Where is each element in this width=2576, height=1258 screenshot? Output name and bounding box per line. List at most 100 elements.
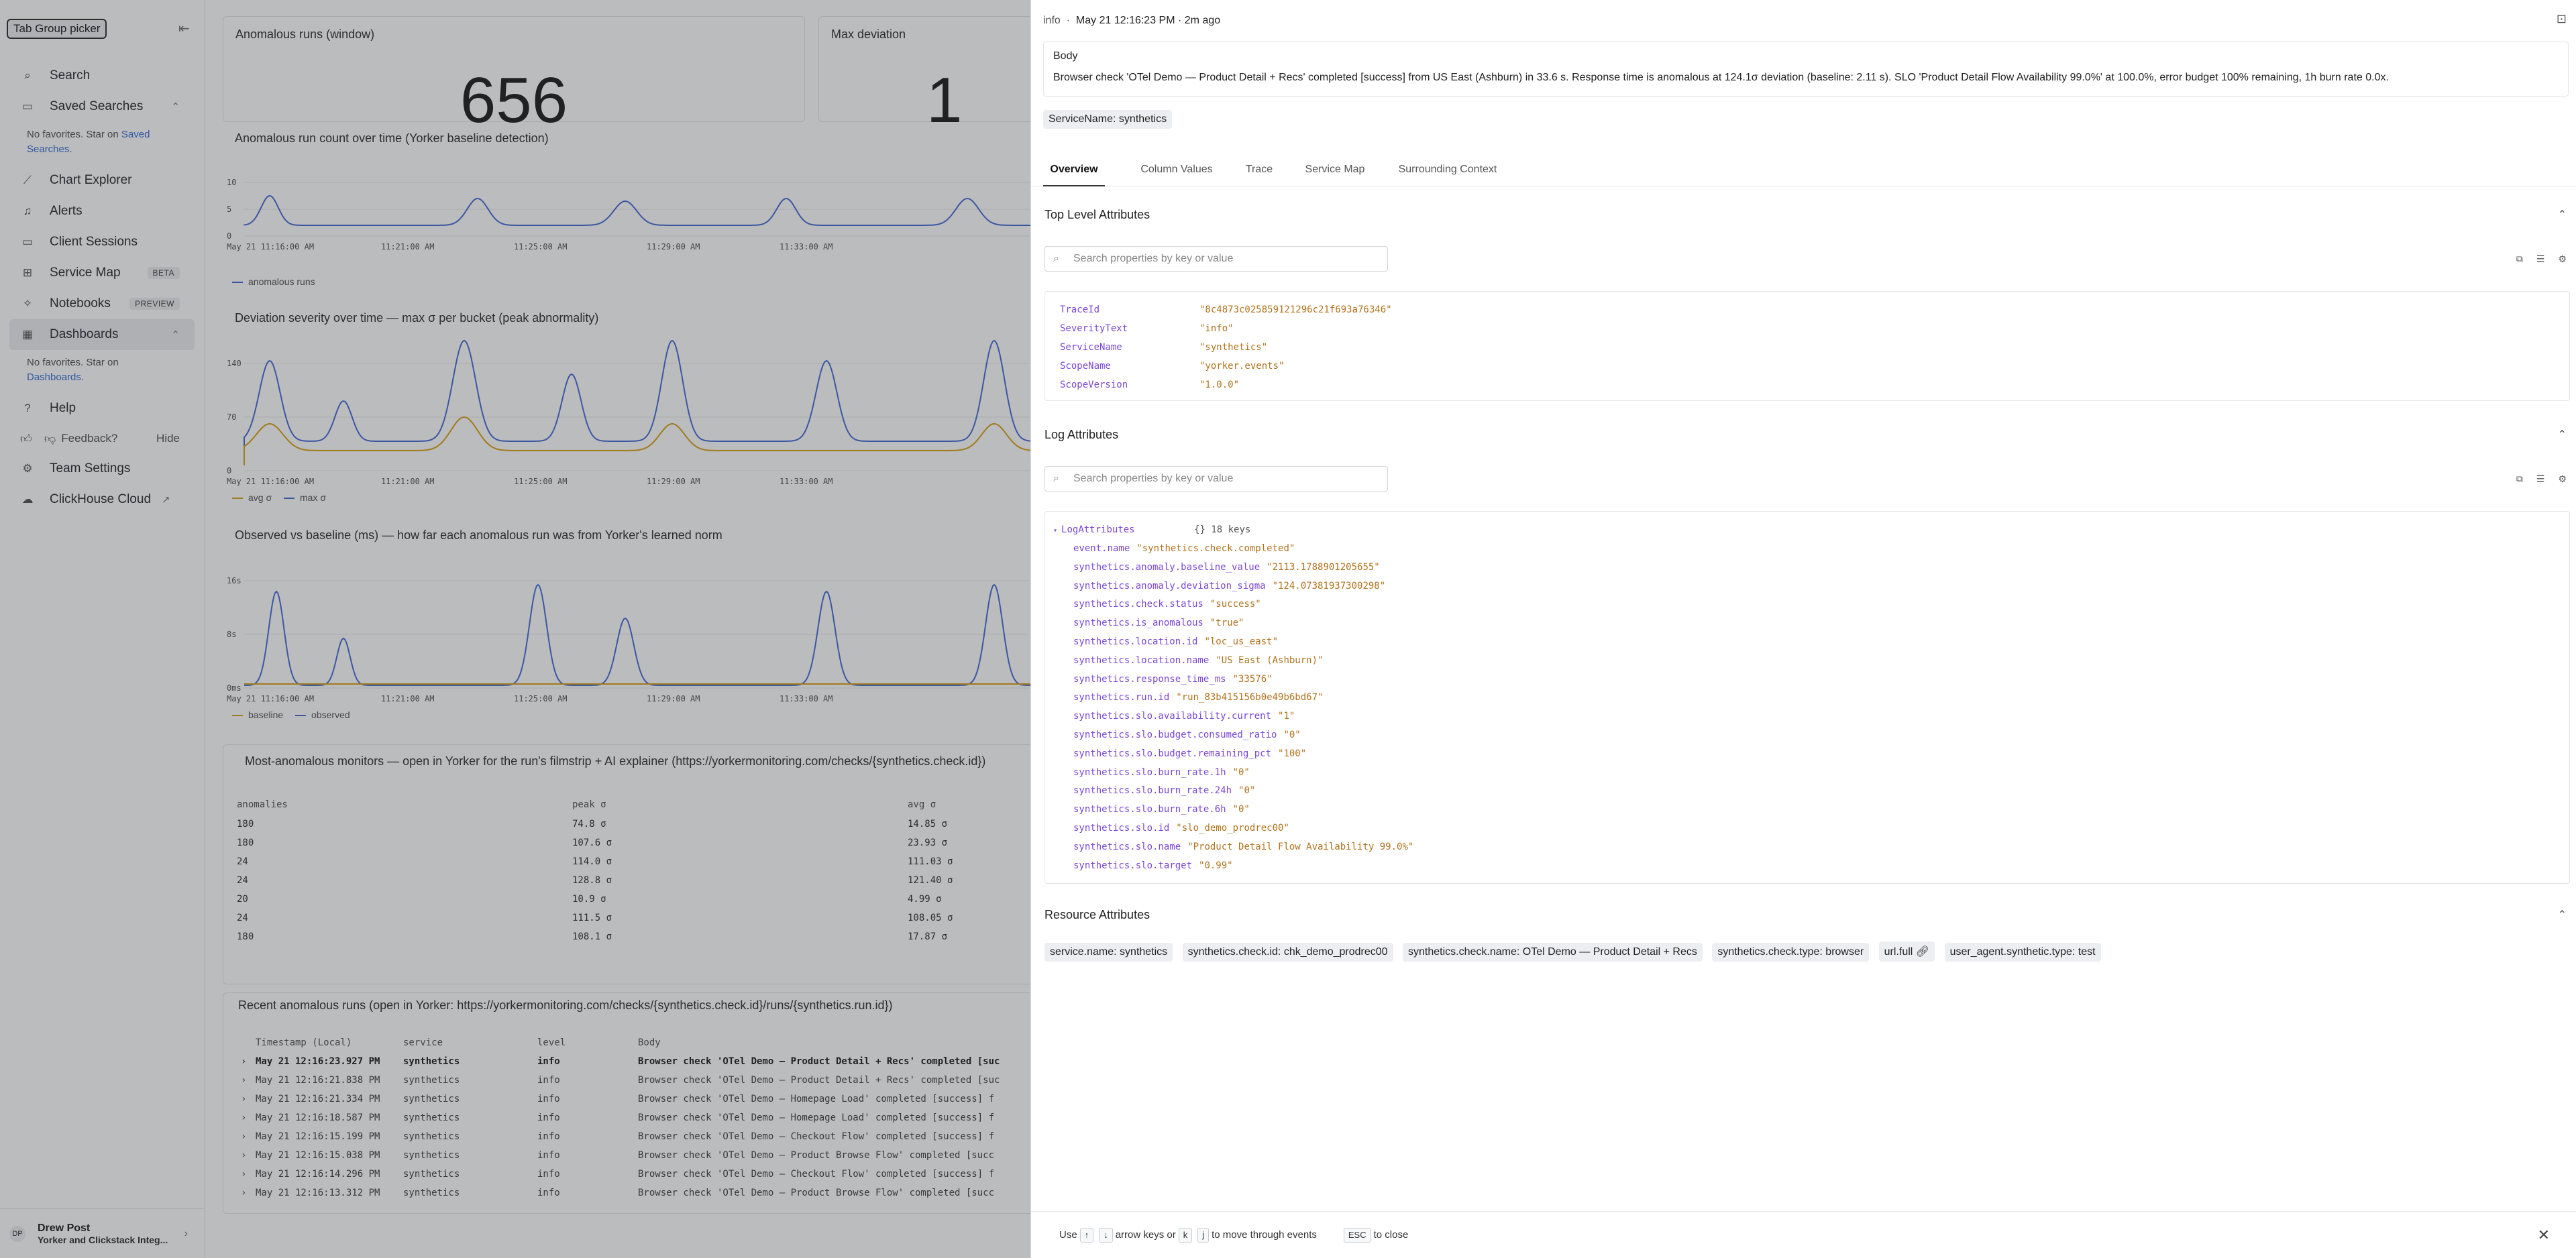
attribute-row[interactable]: synthetics.slo.budget.consumed_ratio "0" [1073,730,1301,740]
attribute-value: "run_83b415156b0e49b6bd67" [1176,692,1324,703]
search-placeholder: Search properties by key or value [1073,473,1234,484]
log-attributes-toolbar: ⧉ ☰ ⚙ [2516,473,2567,485]
attribute-key: synthetics.run.id [1073,692,1170,703]
attribute-row[interactable]: synthetics.run.id "run_83b415156b0e49b6bd… [1073,692,1323,703]
drawer-tabs: Overview Column Values Trace Service Map… [1031,160,2576,186]
search-placeholder: Search properties by key or value [1073,253,1234,264]
resource-attributes-chips: service.name: synthetics synthetics.chec… [1044,941,2108,962]
copy-icon[interactable]: ⧉ [2516,253,2523,265]
attribute-row[interactable]: synthetics.anomaly.deviation_sigma "124.0… [1073,581,1385,591]
attribute-row[interactable]: synthetics.slo.id "slo_demo_prodrec00" [1073,823,1289,834]
wrap-lines-icon[interactable]: ☰ [2536,253,2545,265]
expand-icon[interactable]: ⊡ [2557,12,2567,26]
attribute-key: synthetics.anomaly.baseline_value [1073,561,1260,573]
attribute-row[interactable]: ServiceName "synthetics" [1060,342,1267,353]
attribute-key: synthetics.slo.burn_rate.1h [1073,766,1226,778]
tab-surrounding-context[interactable]: Surrounding Context [1391,160,1505,186]
attribute-value: "slo_demo_prodrec00" [1176,823,1289,834]
search-icon: ⌕ [1053,253,1059,264]
attribute-key: event.name [1073,543,1130,554]
attribute-row[interactable]: synthetics.slo.budget.remaining_pct "100" [1073,748,1306,759]
attribute-key: synthetics.slo.burn_rate.6h [1073,804,1226,815]
wrap-lines-icon[interactable]: ☰ [2536,473,2545,485]
attribute-row[interactable]: SeverityText "info" [1060,323,1234,334]
tab-overview[interactable]: Overview [1043,160,1105,186]
top-attributes-search-input[interactable]: ⌕ Search properties by key or value [1044,246,1388,272]
log-attributes-search-input[interactable]: ⌕ Search properties by key or value [1044,466,1388,492]
attribute-row[interactable]: synthetics.anomaly.baseline_value "2113.1… [1073,562,1380,573]
close-icon[interactable]: ✕ [2538,1226,2550,1244]
attribute-key: ServiceName [1060,342,1122,353]
attribute-value: "2113.1788901205655" [1267,561,1380,573]
attribute-value: "0" [1232,804,1250,815]
resource-chip[interactable]: synthetics.check.name: OTel Demo — Produ… [1403,943,1703,962]
body-title: Body [1053,50,1078,62]
attribute-value: "success" [1210,599,1261,610]
attribute-value: "0" [1238,785,1256,797]
attribute-row[interactable]: synthetics.slo.burn_rate.6h "0" [1073,804,1250,815]
attribute-row[interactable]: synthetics.check.status "success" [1073,599,1261,610]
log-attributes-root[interactable]: ▾ LogAttributes {} 18 keys [1053,524,1250,535]
attribute-row[interactable]: synthetics.location.name "US East (Ashbur… [1073,655,1323,666]
attribute-key: synthetics.location.id [1073,636,1198,647]
attribute-value: "Product Detail Flow Availability 99.0%" [1187,841,1414,852]
resource-chip[interactable]: synthetics.check.type: browser [1712,943,1870,962]
attribute-row[interactable]: ScopeName "yorker.events" [1060,361,1284,371]
chevron-up-icon[interactable]: ⌃ [2558,208,2567,221]
modal-backdrop[interactable] [0,0,1030,1258]
copy-icon[interactable]: ⧉ [2516,473,2523,485]
attribute-key: ScopeVersion [1060,380,1128,390]
service-name-chip[interactable]: ServiceName: synthetics [1043,110,1173,129]
attribute-value: "0" [1232,766,1250,778]
attribute-key: synthetics.is_anomalous [1073,618,1203,629]
resource-chip-url[interactable]: url.full 🔗︎ [1878,941,1935,962]
attribute-row[interactable]: synthetics.slo.name "Product Detail Flow … [1073,842,1413,852]
esc-key: ESC [1343,1227,1371,1243]
chevron-up-icon[interactable]: ⌃ [2558,428,2567,441]
event-detail-drawer: info · May 21 12:16:23 PM · 2m ago ⊡ Bod… [1030,0,2576,1258]
resource-chip[interactable]: synthetics.check.id: chk_demo_prodrec00 [1182,943,1393,962]
body-text: Browser check 'OTel Demo — Product Detai… [1053,72,2389,83]
k-key: k [1178,1227,1193,1243]
top-level-attributes-title: Top Level Attributes [1044,208,1150,221]
settings-icon[interactable]: ⚙ [2558,473,2567,485]
chevron-up-icon[interactable]: ⌃ [2558,908,2567,921]
attribute-row[interactable]: synthetics.location.id "loc_us_east" [1073,636,1278,647]
tab-service-map[interactable]: Service Map [1298,160,1372,186]
search-icon: ⌕ [1053,473,1059,484]
attribute-key: synthetics.location.name [1073,654,1210,666]
attribute-row[interactable]: TraceId "8c4873c025859121296c21f693a76346… [1060,304,1392,315]
resource-chip[interactable]: service.name: synthetics [1044,943,1173,962]
attribute-value: "synthetics" [1199,342,1268,353]
level-label: info [1043,15,1061,26]
attribute-value: "1" [1278,711,1295,722]
attribute-key: SeverityText [1060,323,1128,334]
attribute-value: "100" [1278,748,1307,759]
attribute-row[interactable]: synthetics.slo.burn_rate.1h "0" [1073,767,1250,778]
attribute-row[interactable]: synthetics.slo.availability.current "1" [1073,711,1295,722]
attribute-row[interactable]: ScopeVersion "1.0.0" [1060,380,1239,390]
log-attributes-box: ▾ LogAttributes {} 18 keys event.name "synt… [1044,511,2570,884]
tab-trace[interactable]: Trace [1239,160,1279,186]
settings-icon[interactable]: ⚙ [2558,253,2567,265]
attribute-key: TraceId [1060,304,1100,315]
attribute-row[interactable]: synthetics.response_time_ms "33576" [1073,674,1273,685]
link-icon: 🔗︎ [1915,946,1930,958]
resource-chip[interactable]: user_agent.synthetic.type: test [1944,943,2101,962]
attribute-value: "33576" [1232,673,1273,685]
event-timestamp: May 21 12:16:23 PM · 2m ago [1075,15,1221,26]
attribute-meta: {} 18 keys [1194,524,1251,535]
separator: · [1066,15,1071,26]
attribute-row[interactable]: synthetics.slo.burn_rate.24h "0" [1073,785,1255,796]
resource-attributes-title: Resource Attributes [1044,908,1150,921]
attribute-value: "US East (Ashburn)" [1216,654,1324,666]
attribute-key: synthetics.anomaly.deviation_sigma [1073,580,1266,591]
attribute-key: ScopeName [1060,361,1111,371]
attribute-key: synthetics.slo.name [1073,841,1181,852]
attribute-row[interactable]: event.name "synthetics.check.completed" [1073,543,1295,554]
attribute-key: synthetics.slo.burn_rate.24h [1073,785,1232,797]
attribute-row[interactable]: synthetics.slo.target "0.99" [1073,860,1233,871]
tab-column-values[interactable]: Column Values [1133,160,1220,186]
attribute-row[interactable]: synthetics.is_anomalous "true" [1073,618,1244,628]
caret-down-icon: ▾ [1053,527,1058,534]
